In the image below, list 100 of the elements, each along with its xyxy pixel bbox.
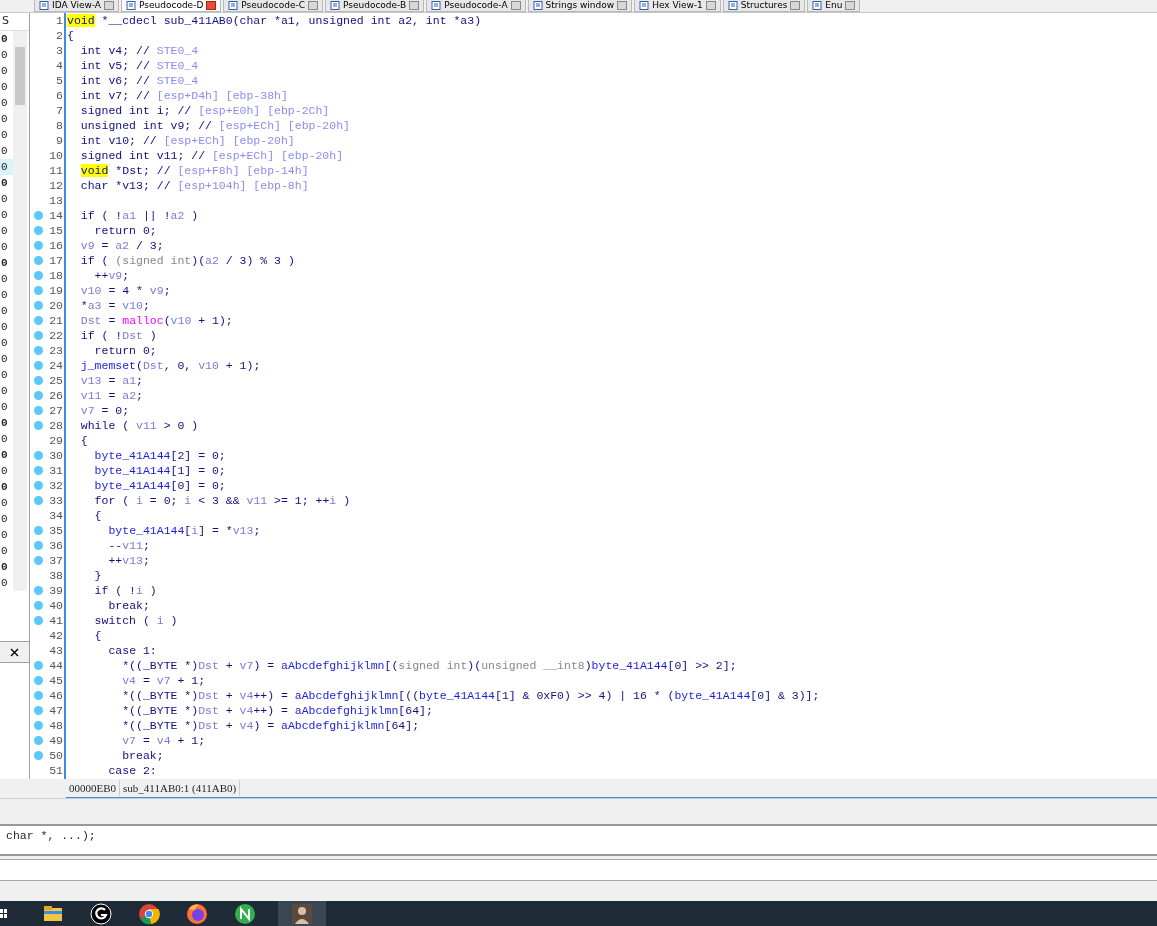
document-icon: [727, 1, 738, 10]
list-row[interactable]: 0: [0, 47, 13, 63]
list-row[interactable]: 0: [0, 303, 13, 319]
list-row[interactable]: 0: [0, 399, 13, 415]
list-row[interactable]: 0: [0, 415, 13, 431]
breakpoint-dot[interactable]: [34, 241, 43, 250]
list-row[interactable]: 0: [0, 335, 13, 351]
tab[interactable]: Pseudocode-A: [426, 0, 526, 12]
breakpoint-dot[interactable]: [34, 601, 43, 610]
list-row[interactable]: 0: [0, 239, 13, 255]
list-row[interactable]: 0: [0, 31, 13, 47]
tab[interactable]: Pseudocode-C: [223, 0, 323, 12]
close-icon[interactable]: [790, 1, 801, 10]
list-row[interactable]: 0: [0, 207, 13, 223]
list-row[interactable]: 0: [0, 495, 13, 511]
list-row[interactable]: 0: [0, 447, 13, 463]
tab[interactable]: Enu: [807, 0, 861, 12]
list-row[interactable]: 0: [0, 255, 13, 271]
close-icon[interactable]: [206, 1, 217, 10]
breakpoint-dot[interactable]: [34, 211, 43, 220]
close-icon[interactable]: [510, 1, 521, 10]
breakpoint-dot[interactable]: [34, 526, 43, 535]
breakpoint-dot[interactable]: [34, 586, 43, 595]
list-row[interactable]: 0: [0, 543, 13, 559]
code-line: v9 = a2 / 3;: [79, 238, 164, 253]
breakpoint-dot[interactable]: [34, 466, 43, 475]
breakpoint-dot[interactable]: [34, 256, 43, 265]
tab[interactable]: Hex View-1: [634, 0, 721, 12]
breakpoint-dot[interactable]: [34, 556, 43, 565]
list-row[interactable]: 0: [0, 271, 13, 287]
breakpoint-dot[interactable]: [34, 301, 43, 310]
breakpoint-dot[interactable]: [34, 541, 43, 550]
tab[interactable]: Strings window: [527, 0, 633, 12]
list-row[interactable]: 0: [0, 559, 13, 575]
breakpoint-dot[interactable]: [34, 331, 43, 340]
list-row[interactable]: 0: [0, 351, 13, 367]
close-button[interactable]: [0, 641, 29, 663]
code-line: Dst = malloc(v10 + 1);: [79, 313, 233, 328]
line-number: 41: [49, 613, 63, 628]
list-row[interactable]: 0: [0, 383, 13, 399]
list-row[interactable]: 0: [0, 431, 13, 447]
list-row[interactable]: 0: [0, 527, 13, 543]
tab[interactable]: Pseudocode-B: [325, 0, 425, 12]
breakpoint-dot[interactable]: [34, 496, 43, 505]
list-row[interactable]: 0: [0, 95, 13, 111]
list-row[interactable]: 0: [0, 319, 13, 335]
breakpoint-dot[interactable]: [34, 676, 43, 685]
tab[interactable]: IDA View-A: [34, 0, 119, 12]
list-row[interactable]: 0: [0, 111, 13, 127]
start-icon[interactable]: [0, 908, 8, 919]
list-row[interactable]: 0: [0, 79, 13, 95]
list-row[interactable]: 0: [0, 127, 13, 143]
list-row[interactable]: 0: [0, 287, 13, 303]
list-row[interactable]: 0: [0, 511, 13, 527]
line-number: 37: [49, 553, 63, 568]
line-number: 40: [49, 598, 63, 613]
list-row[interactable]: 0: [0, 223, 13, 239]
code-line: int v10; // [esp+ECh] [ebp-20h]: [79, 133, 295, 148]
breakpoint-dot[interactable]: [34, 361, 43, 370]
breakpoint-dot[interactable]: [34, 406, 43, 415]
breakpoint-dot[interactable]: [34, 751, 43, 760]
code-line: return 0;: [93, 343, 157, 358]
breakpoint-dot[interactable]: [34, 226, 43, 235]
breakpoint-dot[interactable]: [34, 736, 43, 745]
breakpoint-dot[interactable]: [34, 451, 43, 460]
list-row[interactable]: 0: [0, 463, 13, 479]
command-input[interactable]: [0, 859, 1157, 881]
breakpoint-dot[interactable]: [34, 286, 43, 295]
code-line: {: [93, 628, 102, 643]
list-row[interactable]: 0: [0, 175, 13, 191]
close-icon[interactable]: [617, 1, 628, 10]
close-icon[interactable]: [705, 1, 716, 10]
tab[interactable]: Structures: [722, 0, 806, 12]
list-row[interactable]: 0: [0, 63, 13, 79]
tab[interactable]: Pseudocode-D: [121, 0, 222, 12]
list-row[interactable]: 0: [0, 575, 13, 591]
list-row[interactable]: 0: [0, 159, 13, 175]
breakpoint-dot[interactable]: [34, 271, 43, 280]
breakpoint-dot[interactable]: [34, 661, 43, 670]
code-line: {: [67, 28, 74, 43]
line-number: 13: [49, 193, 63, 208]
breakpoint-dot[interactable]: [34, 421, 43, 430]
list-row[interactable]: 0: [0, 143, 13, 159]
breakpoint-dot[interactable]: [34, 706, 43, 715]
breakpoint-dot[interactable]: [34, 481, 43, 490]
close-icon[interactable]: [845, 1, 856, 10]
list-row[interactable]: 0: [0, 479, 13, 495]
list-row[interactable]: 0: [0, 367, 13, 383]
breakpoint-dot[interactable]: [34, 616, 43, 625]
close-icon[interactable]: [409, 1, 420, 10]
scrollbar[interactable]: [13, 31, 27, 591]
breakpoint-dot[interactable]: [34, 691, 43, 700]
breakpoint-dot[interactable]: [34, 391, 43, 400]
breakpoint-dot[interactable]: [34, 346, 43, 355]
breakpoint-dot[interactable]: [34, 376, 43, 385]
code-line: int v6; // STE0_4: [79, 73, 199, 88]
breakpoint-dot[interactable]: [34, 721, 43, 730]
breakpoint-dot[interactable]: [34, 316, 43, 325]
line-number: 46: [49, 688, 63, 703]
list-row[interactable]: 0: [0, 191, 13, 207]
